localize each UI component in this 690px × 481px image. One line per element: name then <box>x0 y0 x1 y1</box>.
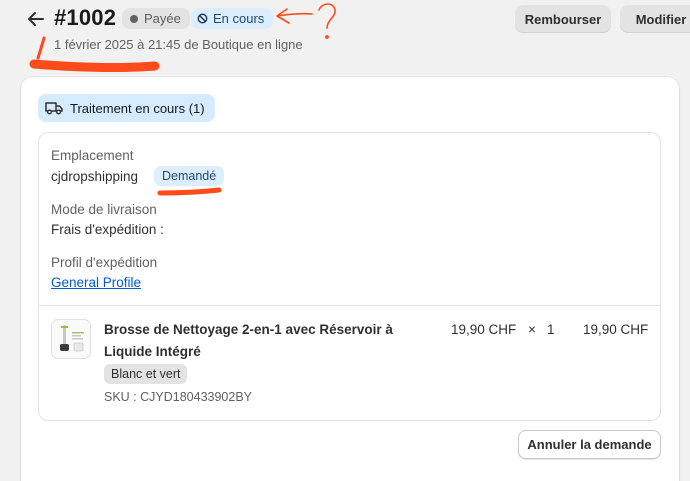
fulfillment-progress-label: Traitement en cours (1) <box>70 100 205 116</box>
order-number: #1002 <box>54 5 117 30</box>
product-title[interactable]: Brosse de Nettoyage 2-en-1 avec Réservoi… <box>104 319 424 363</box>
request-status-badge: Demandé <box>154 166 225 186</box>
refund-button[interactable]: Rembourser <box>515 5 611 33</box>
edit-button[interactable]: Modifier <box>620 5 690 33</box>
arrow-left-icon <box>28 12 44 26</box>
variant-badge: Blanc et vert <box>104 364 188 384</box>
quantity: 1 <box>547 322 555 337</box>
product-thumbnail[interactable] <box>51 319 91 359</box>
location-value: cjdropshipping <box>51 169 139 184</box>
line-total: 19,90 CHF <box>583 322 649 337</box>
fulfillment-status-label: En cours <box>213 11 265 26</box>
delivery-method-value: Frais d'expédition : <box>51 222 164 237</box>
shipping-profile-label: Profil d'expédition <box>51 255 158 270</box>
cancel-request-button[interactable]: Annuler la demande <box>518 430 661 459</box>
fulfillment-card: Traitement en cours (1) Emplacement cjdr… <box>21 77 679 481</box>
fulfillment-status-badge: En cours <box>191 8 274 29</box>
order-header: #1002 Payée En cours 1 février 2025 à 21… <box>0 0 690 70</box>
back-button[interactable] <box>24 7 48 31</box>
payment-status-badge: Payée <box>122 8 190 29</box>
in-progress-icon <box>197 13 208 24</box>
delivery-truck-icon <box>45 102 63 115</box>
fulfillment-details: Emplacement cjdropshipping Demandé Mode … <box>38 132 661 421</box>
order-date-source: 1 février 2025 à 21:45 de Boutique en li… <box>54 37 303 52</box>
cleaning-brush-image-icon <box>60 325 84 352</box>
delivery-method-label: Mode de livraison <box>51 202 157 217</box>
payment-status-label: Payée <box>144 11 181 26</box>
product-sku: SKU : CJYD180433902BY <box>104 390 253 404</box>
fulfillment-progress-badge: Traitement en cours (1) <box>38 94 215 122</box>
multiply-sign: × <box>528 322 536 337</box>
shipping-profile-link[interactable]: General Profile <box>51 275 141 290</box>
divider <box>39 305 660 306</box>
status-dot-icon <box>130 14 138 23</box>
location-label: Emplacement <box>51 148 134 163</box>
unit-price: 19,90 CHF <box>451 322 517 337</box>
